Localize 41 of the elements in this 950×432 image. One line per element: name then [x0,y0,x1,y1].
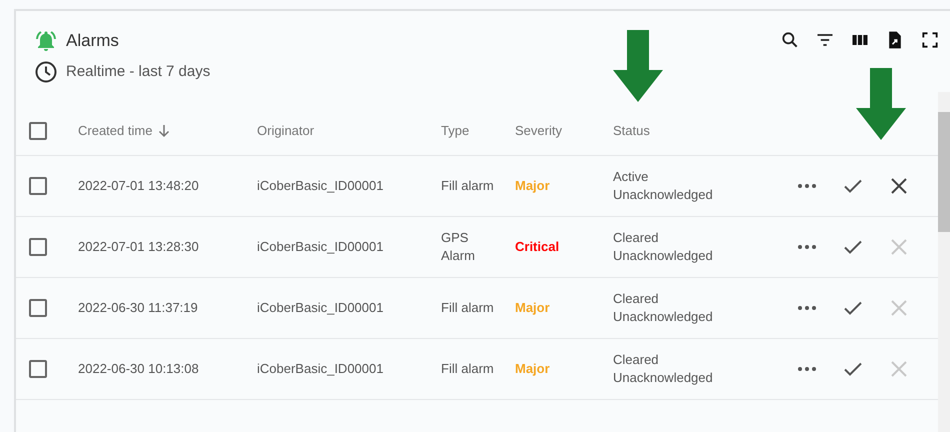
table-cell: iCoberBasic_ID00001 [257,178,384,194]
column-header[interactable]: Severity [515,120,562,140]
table-cell: iCoberBasic_ID00001 [257,300,384,316]
table-cell: iCoberBasic_ID00001 [257,239,384,254]
table-cell: 2022-07-01 13:48:20 [78,178,199,194]
severity-label: Critical [515,239,560,254]
bell-icon [34,29,58,53]
status-text: Cleared Unacknowledged [613,290,713,326]
checkbox[interactable] [29,177,47,195]
checkbox[interactable] [29,238,47,256]
table-cell: iCoberBasic_ID00001 [257,361,384,376]
checkbox[interactable] [29,299,47,317]
time-range[interactable]: Realtime - last 7 days [66,60,210,84]
status-text: Cleared Unacknowledged [613,351,713,387]
table-cell-text: Fill alarm [441,299,495,317]
scrollbar[interactable] [938,92,950,432]
severity-label: Major [515,178,550,194]
severity-label: Major [515,361,550,376]
column-header[interactable]: Originator [257,120,314,140]
search-icon[interactable] [780,30,800,50]
status-text: Cleared Unacknowledged [613,229,713,265]
down-arrow [613,30,663,102]
card-title: Alarms [66,30,119,52]
down-arrow [856,68,906,140]
clock-icon [34,60,58,84]
column-header[interactable]: Type [441,120,470,140]
checkbox[interactable] [29,122,47,140]
scrollbar-thumb[interactable] [938,112,950,232]
checkbox[interactable] [29,360,47,378]
status-text: Active Unacknowledged [613,168,713,204]
table-cell-text: Fill alarm [441,177,495,195]
table-cell: 2022-07-01 13:28:30 [78,239,199,254]
table-cell-text: GPS Alarm [441,229,476,265]
column-header[interactable]: Created time [78,120,152,140]
column-header[interactable]: Status [613,120,650,140]
fullscreen-icon[interactable] [920,30,940,50]
severity-label: Major [515,300,550,316]
table-cell: 2022-06-30 10:13:08 [78,361,199,376]
table-cell: 2022-06-30 11:37:19 [78,300,198,316]
sort-arrow-icon[interactable] [158,124,170,138]
table-cell-text: Fill alarm [441,360,495,378]
